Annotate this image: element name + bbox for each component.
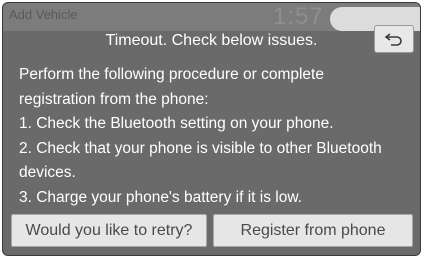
message-line: 2. Check that your phone is visible to o… (19, 139, 382, 157)
register-from-phone-button[interactable]: Register from phone (213, 214, 413, 247)
back-button[interactable] (374, 25, 414, 53)
dialog-frame: Add Vehicle 1:57 Timeout. Check below is… (2, 2, 421, 256)
message-line: devices. (19, 164, 76, 182)
back-arrow-icon (384, 32, 404, 46)
clock: 1:57 (273, 3, 324, 30)
status-bar-label: Add Vehicle (9, 7, 78, 22)
retry-button[interactable]: Would you like to retry? (11, 214, 207, 247)
message-line: Perform the following procedure or compl… (19, 66, 324, 83)
status-bar: Add Vehicle 1:57 (3, 3, 420, 31)
dialog-message: Perform the following procedure or compl… (19, 63, 415, 211)
message-line: 3. Charge your phone's battery if it is … (19, 188, 302, 206)
message-line: 1. Check the Bluetooth setting on your p… (19, 115, 334, 133)
dialog-title: Timeout. Check below issues. (105, 32, 318, 49)
message-line: registration from the phone: (19, 90, 209, 108)
